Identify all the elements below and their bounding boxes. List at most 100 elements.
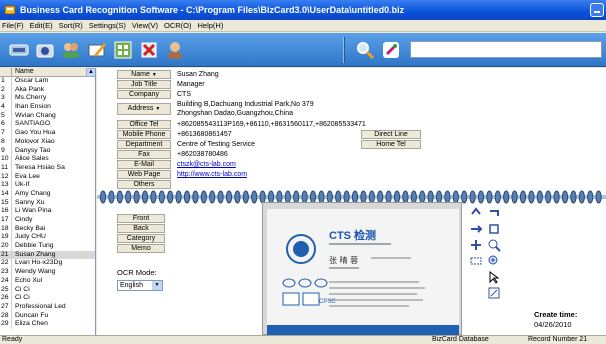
list-item[interactable]: 15 Sanny Xu [0,198,95,208]
list-item[interactable]: 5 Wvian Chang [0,111,95,121]
binder-ring [553,190,560,204]
jobtitle-label[interactable]: Job Title [117,80,171,89]
back-button[interactable]: Back [117,224,165,233]
menu-sort[interactable]: Sort(R) [59,21,83,30]
address-label-text: Address [127,105,154,112]
list-item[interactable]: 29 Eliza Chen [0,320,95,329]
list-header[interactable]: Name [0,68,95,77]
menu-file[interactable]: File(F) [2,21,24,30]
list-item[interactable]: 11 Teresa Hsiao Sa [0,163,95,173]
list-item[interactable]: 9 Danysy Tao [0,146,95,156]
department-label[interactable]: Department [117,140,171,149]
list-item-name: Becky Bai [15,224,46,232]
binder-ring [519,190,527,204]
scan-icon[interactable] [8,39,30,61]
list-item[interactable]: 24 Echo Xul [0,276,95,286]
list-item[interactable]: 12 Eva Lee [0,172,95,182]
list-item[interactable]: 19 Judy CHU [0,233,95,243]
list-item[interactable]: 20 Debbie Tung [0,242,95,251]
list-item[interactable]: 1 Oscar Lam [0,77,95,86]
list-item[interactable]: 13 Uk-If [0,181,95,190]
fit-icon[interactable] [487,286,501,300]
list-item[interactable]: 3 Ms.Cherry [0,94,95,104]
menu-help[interactable]: Help(H) [198,21,224,30]
mobile-value[interactable]: +8613680861457 [177,130,232,139]
flip-icon[interactable] [469,222,483,236]
direct-line-button[interactable]: Direct Line [361,130,421,139]
binder-ring [461,190,468,204]
move-icon[interactable] [469,238,483,252]
contacts-icon[interactable] [60,39,82,61]
fax-value[interactable]: +862038780486 [177,150,228,159]
officetel-value[interactable]: +862085543113P169,+86110,+8631560117,+86… [177,120,366,129]
category-button[interactable]: Category [117,234,165,243]
officetel-label[interactable]: Office Tel [117,120,171,129]
fax-label[interactable]: Fax [117,150,171,159]
delete-icon[interactable] [138,39,160,61]
minimize-button[interactable] [590,3,604,17]
email-label[interactable]: E-Mail [117,160,171,169]
list-item[interactable]: 28 Duncan Fu [0,311,95,321]
list-item[interactable]: 10 Alice Sales [0,155,95,164]
binder-ring [570,190,577,204]
list-item-name: Uk-If [15,181,30,189]
pointer-icon[interactable] [487,270,501,284]
list-item[interactable]: 22 Lvan Ho-x23Dg [0,259,95,269]
select-area-icon[interactable] [469,254,483,268]
address-field-label[interactable]: Address ▼ [117,103,171,115]
search-icon[interactable] [354,39,376,61]
list-item[interactable]: 16 Li Wan Pina [0,207,95,216]
webpage-label[interactable]: Web Page [117,170,171,179]
company-value[interactable]: CTS [177,90,191,99]
binder-ring [150,190,157,204]
menu-settings[interactable]: Settings(S) [89,21,126,30]
ocr-mode-select[interactable]: English ▼ [117,280,163,291]
list-item[interactable]: 23 Wendy Wang [0,268,95,277]
email-link[interactable]: ctszk@cts-lab.com [177,160,236,169]
home-tel-button[interactable]: Home Tel [361,140,421,149]
list-item[interactable]: 6 SANTIAGO [0,120,95,130]
name-field-label[interactable]: Name ▼ [117,70,171,79]
list-item[interactable]: 8 Molovor Xiao [0,137,95,147]
scroll-up-icon[interactable]: ▲ [86,68,95,77]
webpage-link[interactable]: http://www.cts-lab.com [177,170,247,179]
company-label[interactable]: Company [117,90,171,99]
user-group-icon[interactable] [164,39,186,61]
list-item[interactable]: 21 Susan Zhang [0,250,95,260]
edit-card-icon[interactable] [86,39,108,61]
list-item[interactable]: 27 Professional Led [0,302,95,312]
crop-icon[interactable] [487,222,501,236]
address-line1[interactable]: Building B,Dachuang Industrial Park,No 3… [177,100,314,109]
list-item[interactable]: 18 Becky Bai [0,224,95,234]
list-item[interactable]: 17 Cindy [0,216,95,225]
memo-button[interactable]: Memo [117,244,165,253]
menu-edit[interactable]: Edit(E) [30,21,53,30]
list-item-name: Professional Led [15,302,66,310]
front-button[interactable]: Front [117,214,165,223]
status-text: Ready [2,336,23,343]
list-item-number: 3 [0,94,12,104]
camera-icon[interactable] [34,39,56,61]
zoom-in-icon[interactable] [487,254,501,268]
status-database: BizCard Database [432,336,489,343]
rotate-right-icon[interactable] [487,206,501,220]
menu-ocr[interactable]: OCR(O) [164,21,192,30]
list-item[interactable]: 4 Ihan Ension [0,103,95,112]
list-item[interactable]: 2 Aka Pank [0,85,95,95]
export-icon[interactable] [112,39,134,61]
list-item[interactable]: 25 Ci Ci [0,285,95,295]
rotate-left-icon[interactable] [469,206,483,220]
list-header-number [0,68,12,76]
department-value[interactable]: Centre of Testing Service [177,140,255,149]
search-input[interactable] [410,41,602,58]
zoom-out-icon[interactable] [487,238,501,252]
address-line2[interactable]: Zhongshan Dadao,Guangzhou,China [177,109,293,118]
list-item[interactable]: 26 Ci Ci [0,294,95,303]
menu-view[interactable]: View(V) [132,21,158,30]
list-item[interactable]: 7 Gao You Hua [0,129,95,138]
settings-icon[interactable] [380,39,402,61]
name-value[interactable]: Susan Zhang [177,70,219,79]
mobile-label[interactable]: Mobile Phone [117,130,171,139]
jobtitle-value[interactable]: Manager [177,80,205,89]
list-item[interactable]: 14 Amy Chang [0,189,95,199]
